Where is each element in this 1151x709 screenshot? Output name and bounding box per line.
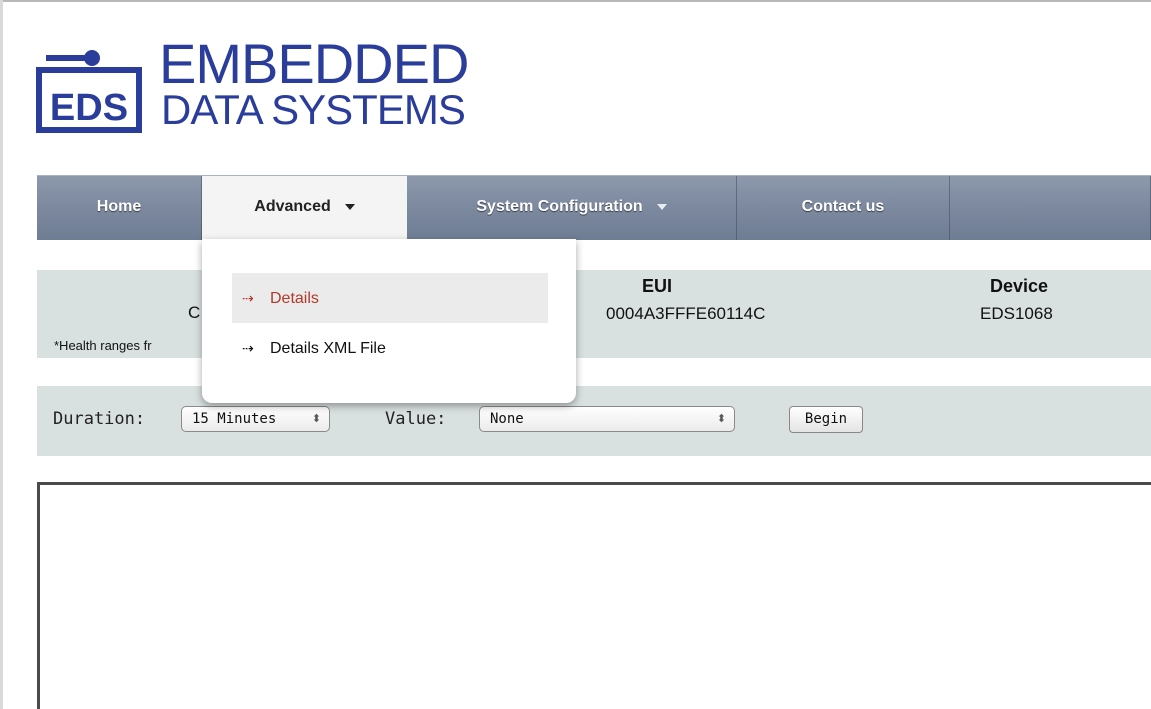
menu-item-details[interactable]: ⇢ Details [232, 273, 548, 323]
nav-contact[interactable]: Contact us [737, 176, 950, 240]
select-arrows-icon: ⬍ [716, 412, 726, 425]
main-nav: Home Advanced System Configuration Conta… [37, 175, 1151, 240]
eui-value: 0004A3FFFE60114C [606, 304, 766, 323]
chevron-down-icon [344, 203, 355, 210]
value-select[interactable]: None ⬍ [479, 406, 735, 432]
logo-line-1: EMBEDDED [159, 32, 469, 95]
nav-advanced[interactable]: Advanced [202, 176, 407, 240]
duration-select[interactable]: 15 Minutes ⬍ [181, 406, 330, 432]
page: EDS EMBEDDED DATA SYSTEMS Home Advanced … [0, 0, 1151, 709]
eds-logo[interactable]: EDS EMBEDDED DATA SYSTEMS [36, 34, 496, 140]
value-selected-value: None [490, 411, 524, 427]
logo-line-2: DATA SYSTEMS [161, 86, 466, 133]
chevron-down-icon [656, 203, 667, 210]
begin-button[interactable]: Begin [789, 406, 863, 433]
nav-home-label: Home [96, 198, 142, 215]
menu-item-details-label: Details [270, 290, 319, 307]
nav-home[interactable]: Home [37, 176, 202, 240]
eds-badge-icon: EDS [36, 50, 142, 133]
advanced-dropdown-menu: ⇢ Details ⇢ Details XML File [202, 239, 576, 403]
menu-item-details-xml-file[interactable]: ⇢ Details XML File [232, 323, 548, 373]
value-label: Value: [385, 409, 447, 429]
device-value: EDS1068 [980, 304, 1053, 323]
badge-text: EDS [50, 87, 128, 129]
nav-advanced-label: Advanced [254, 198, 331, 215]
select-arrows-icon: ⬍ [311, 412, 321, 425]
chart-canvas [37, 482, 1151, 709]
top-border [0, 0, 1151, 2]
nav-empty-space [950, 176, 1151, 240]
dashed-arrow-right-icon: ⇢ [242, 290, 254, 306]
partially-hidden-text: C [188, 303, 201, 322]
nav-system-configuration[interactable]: System Configuration [407, 176, 737, 240]
menu-item-details-xml-label: Details XML File [270, 340, 386, 357]
health-ranges-note: *Health ranges fr [54, 338, 152, 353]
eui-label: EUI [642, 276, 673, 296]
nav-system-configuration-label: System Configuration [476, 198, 643, 215]
duration-selected-value: 15 Minutes [192, 411, 277, 427]
duration-label: Duration: [53, 409, 146, 429]
left-border [0, 0, 3, 709]
dashed-arrow-right-icon: ⇢ [242, 340, 254, 356]
device-label: Device [990, 276, 1049, 296]
nav-contact-label: Contact us [801, 198, 885, 215]
